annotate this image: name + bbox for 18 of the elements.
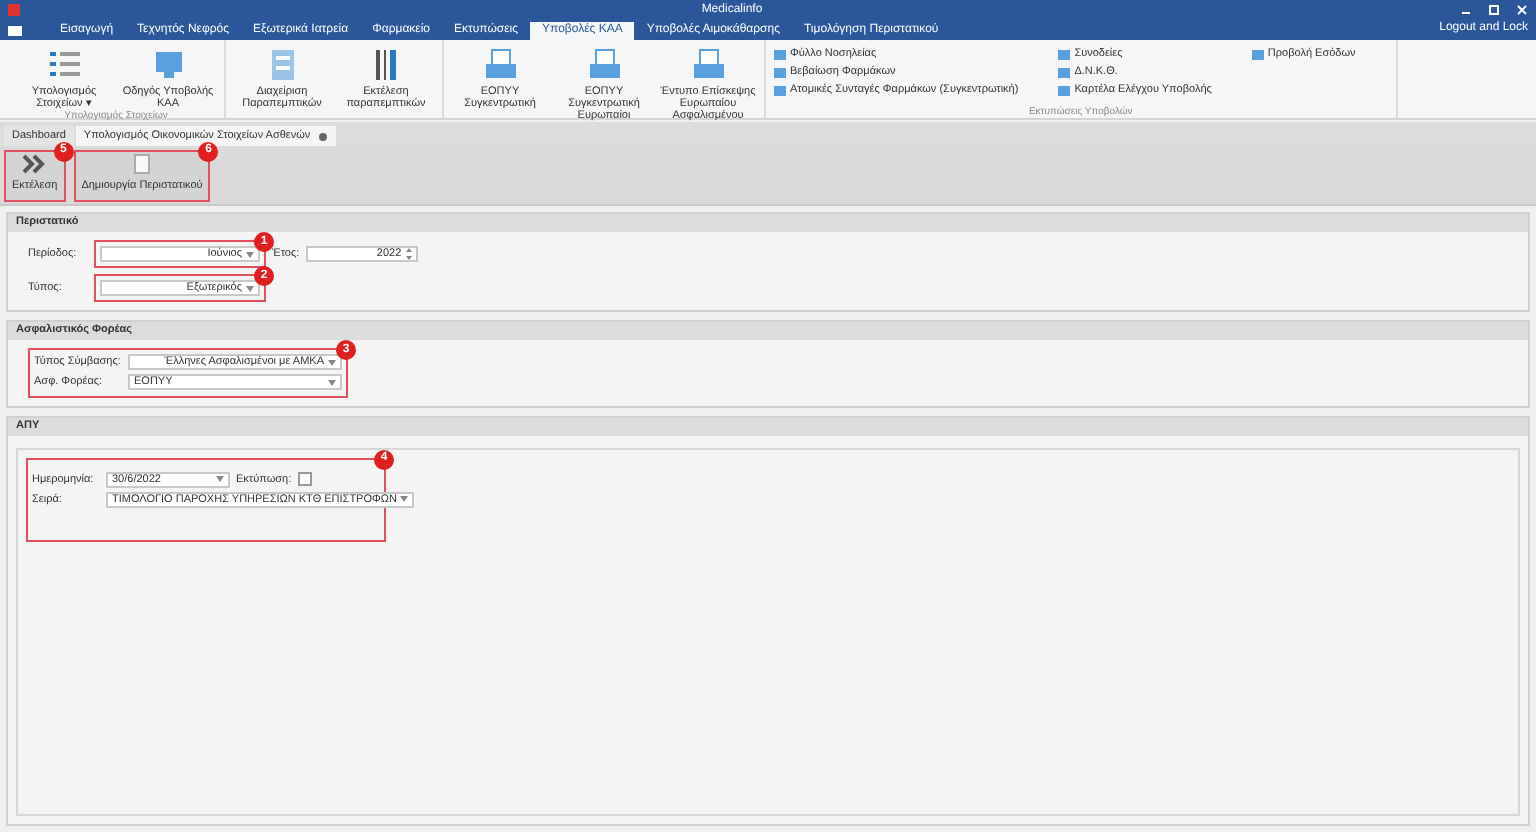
double-chevron-icon — [22, 154, 47, 175]
close-icon — [1516, 4, 1528, 16]
caret-icon — [246, 251, 254, 257]
caret-icon — [328, 379, 336, 386]
caret-icon — [328, 359, 336, 366]
file-menu-icon — [8, 24, 24, 38]
maximize-icon — [1488, 4, 1500, 16]
caret-icon — [246, 285, 254, 291]
toolbar-icon — [151, 48, 185, 82]
toolbar-icon — [691, 48, 725, 82]
caret-icon — [400, 496, 409, 503]
caret-icon — [216, 476, 224, 483]
toolbar-icon — [47, 48, 81, 82]
checkbox[interactable] — [297, 472, 312, 487]
toolbar-icon — [587, 48, 621, 82]
app-icon — [8, 4, 20, 16]
toolbar-icon — [483, 48, 517, 82]
spinner-icon — [405, 248, 412, 260]
